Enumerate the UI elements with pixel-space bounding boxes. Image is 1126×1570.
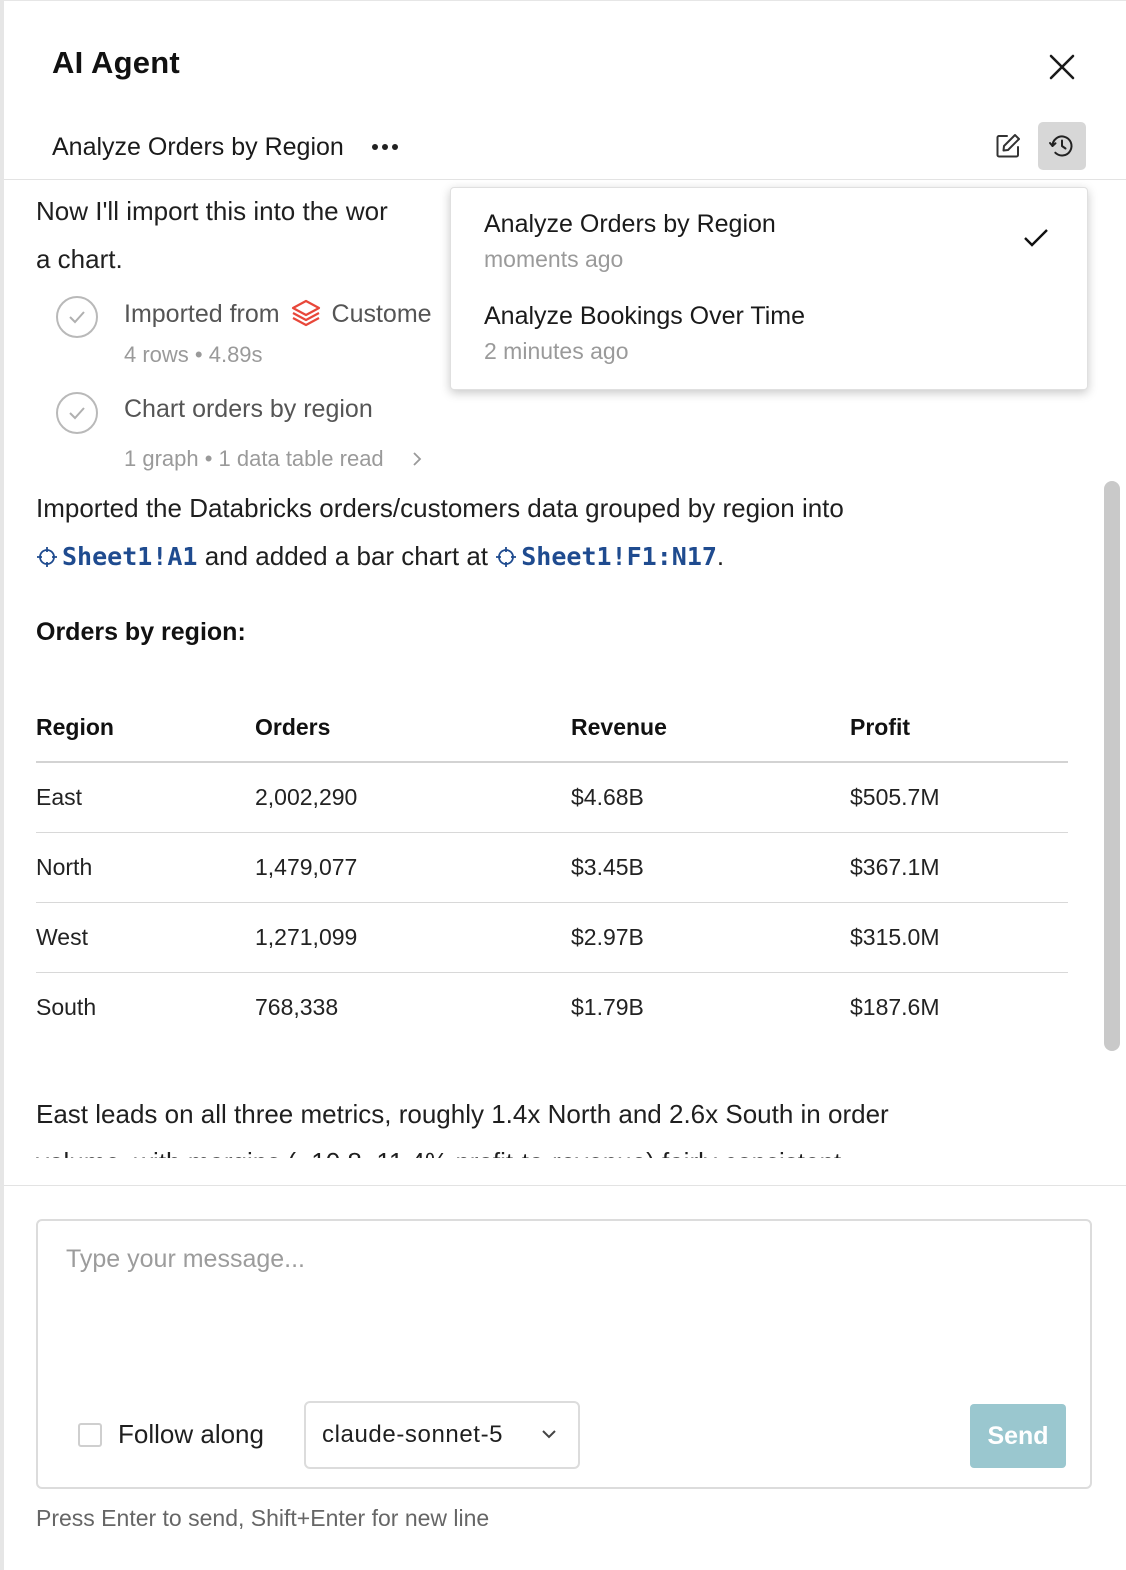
send-button[interactable]: Send (970, 1404, 1066, 1468)
table-cell: $4.68B (571, 762, 850, 833)
table-cell: $3.45B (571, 832, 850, 903)
table-row: West 1,271,099 $2.97B $315.0M (36, 902, 1068, 973)
table-cell: $2.97B (571, 902, 850, 973)
edit-icon (996, 134, 1020, 158)
ai-agent-panel: AI Agent Analyze Orders by Region Now I'… (0, 0, 1126, 1570)
table-cell: $187.6M (850, 993, 940, 1020)
table-header-row: Region Orders Revenue Profit (36, 694, 1068, 763)
summary-mid-text: and added a bar chart at (197, 541, 496, 571)
column-header: Profit (850, 694, 1068, 763)
follow-along-label: Follow along (118, 1419, 264, 1449)
table-cell: 2,002,290 (255, 762, 571, 833)
cell-ref-a1: Sheet1!A1 (62, 542, 198, 571)
table-row: North 1,479,077 $3.45B $367.1M (36, 832, 1068, 903)
intro-line-1: Now I'll import this into the wor (36, 196, 388, 226)
cell-ref-link-f1[interactable]: Sheet1!F1:N17 (495, 541, 717, 571)
table-cell: 768,338 (255, 993, 339, 1020)
follow-along-checkbox[interactable] (78, 1422, 102, 1447)
step-complete-icon (56, 296, 98, 338)
target-icon (37, 547, 57, 567)
summary-end-text: . (716, 541, 725, 571)
history-button[interactable] (1038, 122, 1086, 170)
composer-divider (4, 1185, 1126, 1186)
step-chart-title: Chart orders by region (124, 395, 373, 423)
more-options-button[interactable] (370, 132, 400, 162)
close-icon (1049, 54, 1075, 80)
table-heading: Orders by region: (36, 618, 246, 646)
chevron-right-icon (413, 452, 422, 466)
follow-along-toggle[interactable]: Follow along (78, 1419, 264, 1450)
checkmark-icon (1024, 229, 1048, 247)
keyboard-hint: Press Enter to send, Shift+Enter for new… (36, 1505, 490, 1531)
conversation-title-row: Analyze Orders by Region (52, 127, 400, 167)
step-chart-meta: 1 graph • 1 data table read (124, 446, 424, 472)
message-placeholder: Type your message... (66, 1245, 306, 1273)
step-complete-icon (56, 392, 98, 434)
conclusion-line-2: volume, with margins (~10.8–11.4% profit… (36, 1138, 841, 1158)
target-icon (496, 547, 517, 567)
table-cell: $505.7M (850, 762, 1068, 833)
step-import: Imported from Custome 4 rows • 4.89s (56, 296, 476, 376)
table-row: East 2,002,290 $4.68B $505.7M (36, 762, 1068, 833)
history-item-title: Analyze Bookings Over Time (484, 302, 805, 330)
table-cell: West (36, 902, 255, 973)
step-import-title: Imported from Custome (124, 298, 432, 329)
model-select[interactable]: claude-sonnet-5 (304, 1401, 580, 1469)
model-select-value: claude-sonnet-5 (322, 1421, 504, 1448)
table-row: South 768,338 $1.79B $187.6M (36, 972, 1068, 1042)
table-cell: 1,479,077 (255, 832, 571, 903)
table-cell: 1,271,099 (255, 902, 571, 973)
ellipsis-icon (371, 144, 398, 150)
history-item-title: Analyze Orders by Region (484, 210, 776, 238)
history-item[interactable]: Analyze Orders by Region moments ago (451, 188, 1087, 280)
history-item-time: 2 minutes ago (484, 338, 629, 364)
step-import-meta: 4 rows • 4.89s (124, 342, 263, 367)
new-chat-button[interactable] (988, 126, 1028, 166)
history-item-time: moments ago (484, 246, 624, 272)
cell-ref-f1-n17: Sheet1!F1:N17 (521, 542, 717, 571)
table-cell: East (36, 762, 255, 833)
message-input[interactable]: Type your message... Follow along claude… (36, 1219, 1092, 1489)
column-header: Region (36, 694, 255, 763)
orders-table: Region Orders Revenue Profit East 2,002,… (36, 694, 1068, 1042)
chevron-down-icon (542, 1430, 556, 1439)
table-cell: $367.1M (850, 832, 1068, 903)
history-dropdown: Analyze Orders by Region moments ago Ana… (450, 187, 1088, 390)
table-cell: South (36, 993, 97, 1020)
table-cell: $1.79B (571, 993, 644, 1020)
table-cell: $315.0M (850, 902, 1068, 973)
history-item[interactable]: Analyze Bookings Over Time 2 minutes ago (451, 280, 1087, 372)
scrollbar-thumb[interactable] (1104, 481, 1120, 1051)
panel-title: AI Agent (52, 45, 180, 80)
table-cell: North (36, 832, 255, 903)
step-chart-meta-text: 1 graph • 1 data table read (124, 446, 384, 471)
databricks-icon (291, 299, 320, 327)
close-button[interactable] (1044, 49, 1080, 85)
history-icon (1049, 135, 1073, 157)
step-import-prefix: Imported from (124, 300, 280, 328)
intro-line-2: a chart. (36, 244, 123, 274)
column-header: Orders (255, 694, 571, 763)
cell-ref-link-a1[interactable]: Sheet1!A1 (36, 541, 197, 571)
step-import-source: Custome (331, 300, 432, 328)
conversation-title: Analyze Orders by Region (52, 132, 344, 161)
column-header: Revenue (571, 694, 850, 763)
summary-line-1: Imported the Databricks orders/customers… (36, 493, 844, 523)
conclusion-line-1: East leads on all three metrics, roughly… (36, 1099, 889, 1129)
summary-line-2: Sheet1!A1 and added a bar chart at Sheet… (36, 532, 724, 581)
step-chart[interactable]: Chart orders by region 1 graph • 1 data … (56, 392, 486, 482)
